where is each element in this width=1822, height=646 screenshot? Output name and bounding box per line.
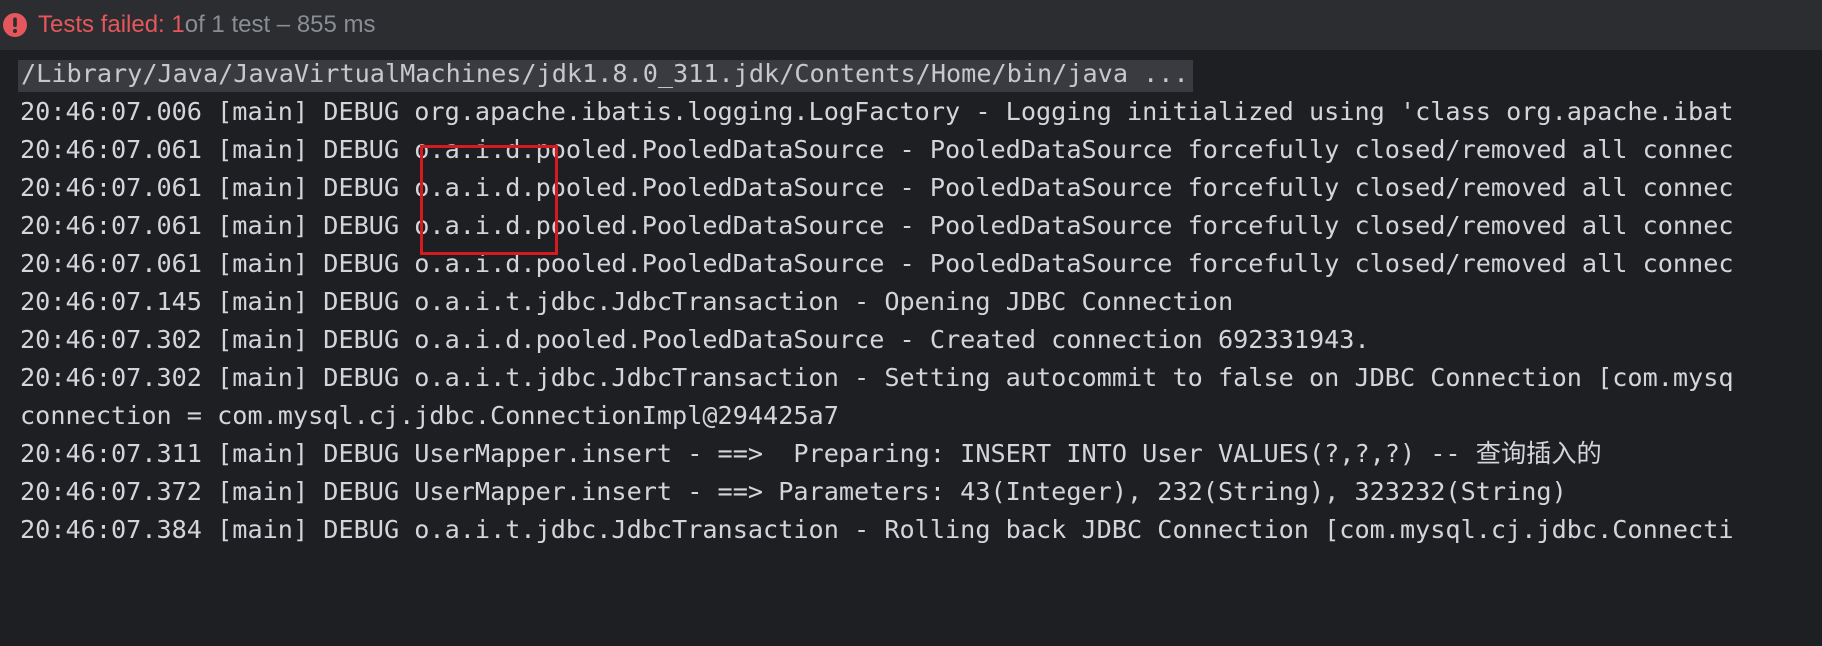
console-output[interactable]: /Library/Java/JavaVirtualMachines/jdk1.8… xyxy=(0,60,1822,646)
console-line: 20:46:07.384 [main] DEBUG o.a.i.t.jdbc.J… xyxy=(20,515,1734,544)
console-line: 20:46:07.061 [main] DEBUG o.a.i.d.pooled… xyxy=(20,211,1734,240)
console-line: 20:46:07.302 [main] DEBUG o.a.i.d.pooled… xyxy=(20,325,1370,354)
tests-summary: of 1 test – 855 ms xyxy=(184,11,376,38)
console-line: 20:46:07.372 [main] DEBUG UserMapper.ins… xyxy=(20,477,1567,506)
console-line: connection = com.mysql.cj.jdbc.Connectio… xyxy=(20,401,839,430)
console-line: 20:46:07.006 [main] DEBUG org.apache.iba… xyxy=(20,97,1734,126)
console-line: 20:46:07.145 [main] DEBUG o.a.i.t.jdbc.J… xyxy=(20,287,1234,316)
tests-failed-label: Tests failed: 1 xyxy=(38,11,185,38)
console-line: 20:46:07.311 [main] DEBUG UserMapper.ins… xyxy=(20,439,1602,468)
error-icon xyxy=(3,13,27,37)
run-command-line[interactable]: /Library/Java/JavaVirtualMachines/jdk1.8… xyxy=(18,60,1193,92)
console-line: 20:46:07.061 [main] DEBUG o.a.i.d.pooled… xyxy=(20,249,1734,278)
test-status-bar: Tests failed: 1 of 1 test – 855 ms xyxy=(0,0,1822,50)
console-line: 20:46:07.061 [main] DEBUG o.a.i.d.pooled… xyxy=(20,173,1734,202)
console-line: 20:46:07.061 [main] DEBUG o.a.i.d.pooled… xyxy=(20,135,1734,164)
console-line: 20:46:07.302 [main] DEBUG o.a.i.t.jdbc.J… xyxy=(20,363,1734,392)
